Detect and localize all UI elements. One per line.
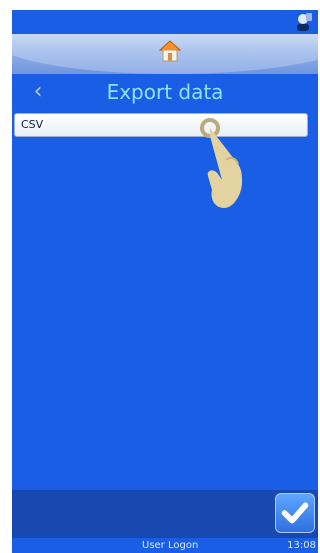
title-row: ‹ Export data <box>12 72 318 112</box>
list-item-label: CSV <box>21 118 44 131</box>
confirm-button[interactable] <box>275 493 315 533</box>
list-item-csv[interactable]: CSV <box>14 113 308 137</box>
clock: 13:08 <box>287 540 316 551</box>
device-screen: ‹ Export data CSV User Logon 13:08 <box>12 10 318 553</box>
checkmark-icon <box>281 502 309 524</box>
status-bar <box>12 10 318 34</box>
home-icon[interactable] <box>158 39 182 63</box>
tap-hand-icon <box>200 118 242 208</box>
user-logon-label[interactable]: User Logon <box>142 538 198 553</box>
bottom-bar <box>12 490 318 538</box>
user-icon[interactable] <box>292 12 314 32</box>
footer: User Logon 13:08 <box>12 538 318 553</box>
page-title: Export data <box>106 80 224 104</box>
